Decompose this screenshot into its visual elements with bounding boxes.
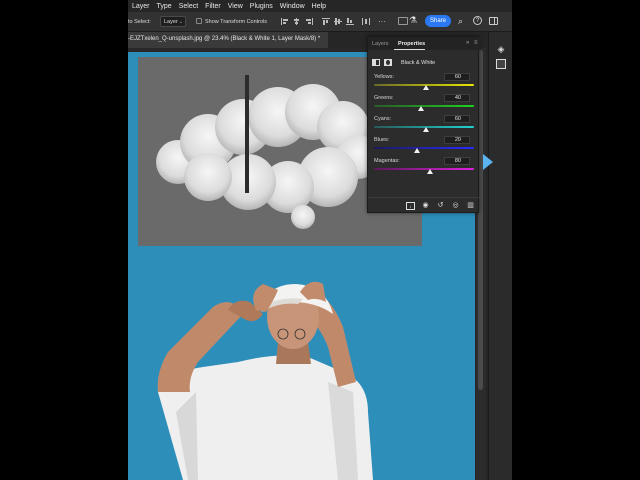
slider-label: Magentas: (374, 158, 400, 164)
reset-icon[interactable]: ↺ (436, 202, 445, 210)
letterbox-left (0, 0, 128, 480)
slider-track[interactable] (374, 168, 474, 170)
slider-label: Cyans: (374, 116, 392, 122)
menu-help[interactable]: Help (312, 3, 326, 10)
properties-panel: Layers Properties » ≡ Black & White Yell… (367, 36, 480, 213)
chevron-down-icon: ⌄ (178, 19, 183, 25)
3d-mode-icon[interactable] (398, 17, 408, 25)
distribute-icon[interactable] (362, 18, 370, 25)
slider-value-input[interactable]: 60 (444, 73, 470, 81)
share-button[interactable]: Share (425, 15, 451, 27)
align-middle-icon[interactable] (334, 18, 342, 25)
slider-value-input[interactable]: 20 (444, 136, 470, 144)
show-transform-label: Show Transform Controls (205, 19, 268, 25)
menu-bar: Layer Type Select Filter View Plugins Wi… (128, 0, 512, 12)
show-transform-checkbox[interactable] (196, 18, 202, 24)
slider-value-input[interactable]: 80 (444, 157, 470, 165)
menu-layer[interactable]: Layer (132, 3, 150, 10)
slider-magentas[interactable]: Magentas: 80 (374, 157, 474, 178)
menu-window[interactable]: Window (280, 3, 305, 10)
panel-menu-icon[interactable]: ≡ (474, 40, 478, 46)
menu-filter[interactable]: Filter (205, 3, 221, 10)
slider-knob[interactable] (427, 169, 433, 174)
more-options-button[interactable]: ··· (378, 17, 386, 26)
adjustment-name: Black & White (401, 60, 436, 66)
align-bottom-icon[interactable] (346, 18, 354, 25)
menu-type[interactable]: Type (157, 3, 172, 10)
search-icon[interactable]: ⌕ (458, 16, 463, 27)
slider-greens[interactable]: Greens: 40 (374, 94, 474, 115)
tab-properties[interactable]: Properties (398, 41, 425, 47)
letterbox-right (512, 0, 640, 480)
align-left-icon[interactable] (281, 18, 289, 25)
align-right-icon[interactable] (305, 18, 313, 25)
align-center-icon[interactable] (293, 18, 301, 25)
mask-icon[interactable] (384, 59, 392, 66)
clip-to-layer-icon[interactable]: ↓ (406, 202, 415, 210)
help-icon[interactable]: ? (473, 16, 482, 25)
layers-panel-icon[interactable]: ◈ (496, 44, 506, 54)
slider-track[interactable] (374, 147, 474, 149)
slider-knob[interactable] (414, 148, 420, 153)
panel-scrollbar[interactable] (245, 75, 249, 193)
panel-tabs: Layers Properties » ≡ (368, 37, 480, 50)
slider-knob[interactable] (423, 85, 429, 90)
panel-footer: ↓ ◉ ↺ ◎ ▥ (368, 197, 480, 213)
slider-yellows[interactable]: Yellows: 60 (374, 73, 474, 94)
collapse-panel-icon[interactable]: » (466, 40, 469, 46)
view-previous-icon[interactable]: ◉ (421, 202, 430, 210)
menu-plugins[interactable]: Plugins (250, 3, 273, 10)
workspace-icon[interactable] (489, 17, 498, 25)
menu-view[interactable]: View (228, 3, 243, 10)
auto-select-label: to Select: (128, 19, 151, 25)
auto-select-dropdown[interactable]: Layer ⌄ (160, 16, 186, 27)
auto-select-value: Layer (164, 19, 178, 25)
slider-knob[interactable] (423, 127, 429, 132)
photoshop-window: Layer Type Select Filter View Plugins Wi… (128, 0, 512, 480)
slider-cyans[interactable]: Cyans: 60 (374, 115, 474, 136)
mouse-cursor (483, 154, 493, 170)
flask-icon[interactable]: ⚗ (409, 15, 417, 26)
visibility-eye-icon[interactable]: ◎ (451, 202, 460, 210)
delete-icon[interactable]: ▥ (466, 202, 475, 210)
slider-track[interactable] (374, 105, 474, 107)
slider-blues[interactable]: Blues: 20 (374, 136, 474, 157)
libraries-panel-icon[interactable] (496, 59, 506, 69)
slider-knob[interactable] (418, 106, 424, 111)
active-tab-indicator (394, 49, 425, 50)
slider-label: Greens: (374, 95, 394, 101)
adjustment-icon (372, 59, 380, 66)
tab-layers[interactable]: Layers (372, 41, 389, 47)
slider-value-input[interactable]: 40 (444, 94, 470, 102)
align-top-icon[interactable] (322, 18, 330, 25)
options-bar: to Select: Layer ⌄ Show Transform Contro… (128, 12, 512, 32)
slider-value-input[interactable]: 60 (444, 115, 470, 123)
slider-label: Blues: (374, 137, 390, 143)
right-dock: ◈ (488, 32, 512, 480)
menu-select[interactable]: Select (179, 3, 198, 10)
document-tab-bar: -EJZTxelen_Q-unsplash.jpg @ 23.4% (Black… (128, 32, 367, 48)
slider-label: Yellows: (374, 74, 394, 80)
document-tab[interactable]: -EJZTxelen_Q-unsplash.jpg @ 23.4% (Black… (128, 32, 328, 48)
